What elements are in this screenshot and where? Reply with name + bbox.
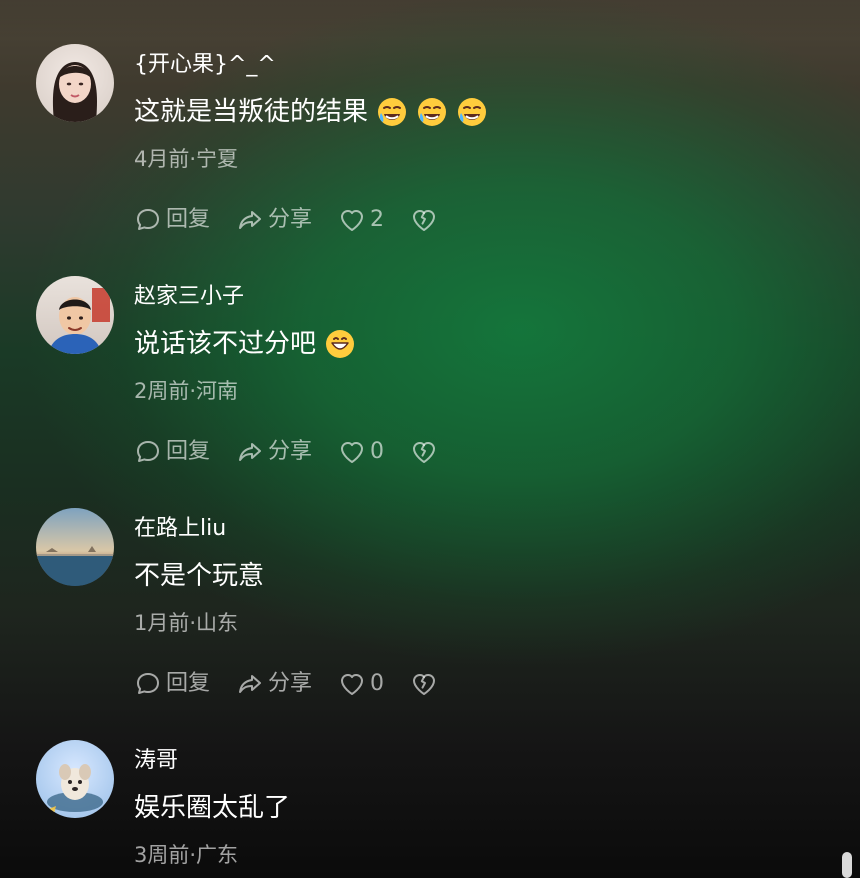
share-arrow-icon: [236, 438, 264, 466]
rolling-on-floor-laughing-icon: [376, 96, 408, 128]
reply-label: 回复: [166, 439, 211, 464]
dislike-button[interactable]: [410, 436, 442, 468]
comment-item: 涛哥 娱乐圈太乱了 3周前·广东: [36, 740, 816, 878]
scrollbar-thumb[interactable]: [842, 852, 852, 878]
share-button[interactable]: 分享: [236, 204, 312, 236]
broken-heart-icon: [410, 206, 438, 234]
like-button[interactable]: 0: [338, 436, 384, 468]
dislike-button[interactable]: [410, 668, 442, 700]
comment-username[interactable]: 涛哥: [134, 748, 178, 774]
comment-item: 在路上liu 不是个玩意 1月前·山东 回复 分享 0: [36, 508, 816, 728]
comment-actions: 回复 分享 2: [134, 204, 442, 236]
grinning-face-icon: [324, 328, 356, 360]
rolling-on-floor-laughing-icon: [456, 96, 488, 128]
broken-heart-icon: [410, 438, 438, 466]
comment-meta: 3周前·广东: [134, 843, 239, 867]
avatar[interactable]: [36, 276, 114, 354]
comment-item: 赵家三小子 说话该不过分吧 2周前·河南 回复 分享 0: [36, 276, 816, 496]
comment-item: {开心果}^_^ 这就是当叛徒的结果 4月前·宁夏 回复 分享 2: [36, 44, 816, 264]
comment-bubble-icon: [134, 206, 162, 234]
avatar-dog-icon: [36, 740, 114, 818]
comment-meta: 1月前·山东: [134, 611, 239, 635]
avatar[interactable]: [36, 508, 114, 586]
share-label: 分享: [268, 671, 313, 696]
share-label: 分享: [268, 207, 313, 232]
comment-text-value: 娱乐圈太乱了: [134, 793, 291, 823]
comment-meta: 4月前·宁夏: [134, 147, 239, 171]
like-count: 0: [370, 671, 385, 696]
heart-outline-icon: [338, 670, 366, 698]
comment-bubble-icon: [134, 438, 162, 466]
comment-feed: {开心果}^_^ 这就是当叛徒的结果 4月前·宁夏 回复 分享 2 赵家三小子 …: [0, 0, 860, 878]
comment-text: 不是个玩意: [134, 560, 264, 592]
reply-button[interactable]: 回复: [134, 436, 210, 468]
comment-username[interactable]: 赵家三小子: [134, 284, 244, 310]
comment-text: 这就是当叛徒的结果: [134, 96, 488, 128]
like-count: 0: [370, 439, 385, 464]
reply-button[interactable]: 回复: [134, 668, 210, 700]
share-arrow-icon: [236, 206, 264, 234]
avatar-sea-icon: [36, 508, 114, 586]
comment-text: 娱乐圈太乱了: [134, 792, 290, 824]
reply-button[interactable]: 回复: [134, 204, 210, 236]
comment-text-value: 这就是当叛徒的结果: [134, 97, 369, 127]
share-button[interactable]: 分享: [236, 668, 312, 700]
avatar[interactable]: [36, 44, 114, 122]
reply-label: 回复: [166, 671, 211, 696]
comment-text: 说话该不过分吧: [134, 328, 356, 360]
comment-actions: 回复 分享 0: [134, 436, 442, 468]
share-button[interactable]: 分享: [236, 436, 312, 468]
comment-username[interactable]: {开心果}^_^: [134, 52, 276, 78]
broken-heart-icon: [410, 670, 438, 698]
comment-actions: 回复 分享 0: [134, 668, 442, 700]
share-arrow-icon: [236, 670, 264, 698]
comment-bubble-icon: [134, 670, 162, 698]
comment-text-value: 不是个玩意: [134, 561, 265, 591]
like-button[interactable]: 2: [338, 204, 384, 236]
like-button[interactable]: 0: [338, 668, 384, 700]
like-count: 2: [370, 207, 385, 232]
heart-outline-icon: [338, 206, 366, 234]
avatar-man-icon: [36, 276, 114, 354]
avatar-woman-icon: [36, 44, 114, 122]
avatar[interactable]: [36, 740, 114, 818]
share-label: 分享: [268, 439, 313, 464]
comment-username[interactable]: 在路上liu: [134, 516, 226, 542]
dislike-button[interactable]: [410, 204, 442, 236]
reply-label: 回复: [166, 207, 211, 232]
heart-outline-icon: [338, 438, 366, 466]
comment-text-value: 说话该不过分吧: [134, 329, 317, 359]
rolling-on-floor-laughing-icon: [416, 96, 448, 128]
comment-meta: 2周前·河南: [134, 379, 239, 403]
